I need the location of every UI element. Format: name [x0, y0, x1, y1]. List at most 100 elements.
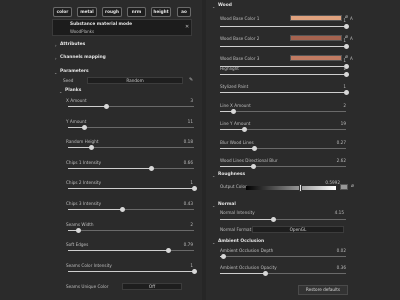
chevron-down-icon[interactable]: ⌄ — [212, 240, 215, 245]
section-ambient-occlusion[interactable]: Ambient Occlusion — [218, 239, 264, 244]
material-card[interactable]: Substance material mode WoodPlanks ✕ — [52, 19, 192, 36]
normal-format-dropdown[interactable]: OpenGL — [252, 226, 344, 233]
ambient-occlusion-depth-slider[interactable] — [220, 254, 346, 259]
wood-base-color-2-value: 1 — [343, 38, 346, 43]
line-y-amount-slider[interactable] — [220, 127, 346, 132]
chips-3-intensity-slider[interactable] — [68, 207, 194, 212]
line-x-amount-label: Line X Amount — [220, 103, 251, 108]
slider-handle[interactable] — [120, 207, 125, 212]
wood-base-color-2-intensity-slider[interactable] — [220, 44, 349, 49]
slider-handle[interactable] — [344, 90, 349, 95]
channel-chip-color[interactable]: color — [53, 7, 72, 17]
slider-handle[interactable] — [166, 248, 171, 253]
chevron-down-icon[interactable]: ⌄ — [54, 70, 57, 75]
section-attributes[interactable]: Attributes — [60, 42, 85, 47]
chevron-right-icon[interactable]: › — [55, 43, 57, 48]
slider-handle[interactable] — [149, 166, 154, 171]
slider-fill — [68, 250, 168, 251]
seams-width-label: Seams Width — [66, 222, 94, 227]
slider-handle[interactable] — [231, 109, 236, 114]
slider-fill — [220, 219, 273, 220]
slider-handle[interactable] — [271, 217, 276, 222]
slider-handle[interactable] — [263, 271, 268, 276]
ambient-occlusion-opacity-slider[interactable] — [220, 271, 346, 276]
reset-icon[interactable]: A — [350, 36, 353, 41]
seams-color-intensity-label: Seams Color Intensity — [66, 263, 112, 268]
x-amount-slider[interactable] — [68, 104, 194, 109]
wood-lines-directional-blur-label: Wood Lines Directional Blur — [220, 158, 278, 163]
slider-fill — [220, 166, 253, 167]
slider-handle[interactable] — [221, 254, 226, 259]
section-roughness[interactable]: Roughness — [218, 172, 245, 177]
chips-1-intensity-label: Chips 1 Intensity — [66, 160, 102, 165]
seed-dropdown[interactable]: Random — [87, 77, 183, 84]
ambient-occlusion-depth-value: 0.02 — [336, 248, 346, 253]
slider-handle[interactable] — [192, 186, 197, 191]
stylized-paint-value: 1 — [343, 84, 346, 89]
normal-format-label: Normal Format — [220, 227, 252, 232]
chips-1-intensity-slider[interactable] — [68, 166, 194, 171]
close-icon[interactable]: ✕ — [185, 25, 189, 30]
wood-base-color-1-intensity-slider[interactable] — [220, 24, 349, 29]
random-height-slider[interactable] — [68, 145, 194, 150]
slider-handle[interactable] — [251, 164, 256, 169]
slider-handle[interactable] — [192, 269, 197, 274]
normal-intensity-value: 4.15 — [334, 210, 344, 215]
edit-icon[interactable]: ✎ — [189, 78, 193, 83]
section-planks[interactable]: Planks — [65, 88, 81, 93]
restore-defaults-button[interactable]: Restore defaults — [298, 285, 348, 295]
slider-fill — [220, 46, 346, 47]
reset-icon[interactable]: A — [350, 16, 353, 21]
eyedropper-icon[interactable]: ⌀ — [351, 184, 354, 189]
slider-fill — [220, 273, 265, 274]
normal-intensity-label: Normal Intensity — [220, 210, 255, 215]
slider-fill — [68, 209, 122, 210]
chevron-down-icon[interactable]: ⌄ — [212, 4, 215, 9]
seams-width-slider[interactable] — [68, 228, 194, 233]
slider-handle[interactable] — [242, 127, 247, 132]
chevron-down-icon[interactable]: ⌄ — [59, 89, 62, 94]
channel-chip-height[interactable]: height — [151, 7, 171, 17]
slider-handle[interactable] — [344, 72, 349, 77]
chevron-down-icon[interactable]: ⌄ — [212, 203, 215, 208]
slider-handle[interactable] — [76, 228, 81, 233]
unique-color-value: Off — [148, 284, 156, 289]
slider-fill — [68, 188, 194, 189]
slider-handle[interactable] — [344, 44, 349, 49]
channel-chip-ao[interactable]: ao — [177, 7, 191, 17]
channel-chip-nrm[interactable]: nrm — [127, 7, 146, 17]
blur-wood-lines-slider[interactable] — [220, 146, 346, 151]
normal-intensity-slider[interactable] — [220, 217, 346, 222]
slider-fill — [68, 271, 194, 272]
seams-color-intensity-slider[interactable] — [68, 269, 197, 274]
channel-chip-rough[interactable]: rough — [102, 7, 122, 17]
chevron-down-icon[interactable]: ⌄ — [212, 173, 215, 178]
soft-edges-slider[interactable] — [68, 248, 194, 253]
section-parameters[interactable]: Parameters — [60, 69, 89, 74]
channel-chip-metal[interactable]: metal — [77, 7, 97, 17]
y-amount-label: Y Amount — [66, 119, 87, 124]
slider-handle[interactable] — [104, 104, 109, 109]
section-wood[interactable]: Wood — [218, 3, 232, 8]
slider-handle[interactable] — [89, 145, 94, 150]
chevron-right-icon[interactable]: › — [55, 56, 57, 61]
output-color-handle[interactable] — [299, 184, 302, 192]
seed-label: Seed — [63, 78, 74, 83]
section-normal[interactable]: Normal — [218, 202, 236, 207]
highlight-slider[interactable] — [220, 72, 349, 77]
chips-2-intensity-slider[interactable] — [68, 186, 197, 191]
wood-lines-directional-blur-slider[interactable] — [220, 164, 346, 169]
line-x-amount-slider[interactable] — [220, 109, 346, 114]
wood-base-color-3-value: 1 — [343, 58, 346, 63]
material-panel: color metal rough nrm height ao Substance mat… — [0, 0, 202, 300]
output-color-gradient[interactable] — [246, 186, 336, 190]
stylized-paint-slider[interactable] — [220, 90, 349, 95]
slider-handle[interactable] — [82, 125, 87, 130]
section-channels-mapping[interactable]: Channels mapping — [60, 55, 106, 60]
slider-handle[interactable] — [252, 146, 257, 151]
y-amount-slider[interactable] — [68, 125, 194, 130]
reset-icon[interactable]: A — [350, 56, 353, 61]
unique-color-dropdown[interactable]: Off — [122, 283, 182, 290]
soft-edges-label: Soft Edges — [66, 242, 89, 247]
slider-handle[interactable] — [344, 24, 349, 29]
